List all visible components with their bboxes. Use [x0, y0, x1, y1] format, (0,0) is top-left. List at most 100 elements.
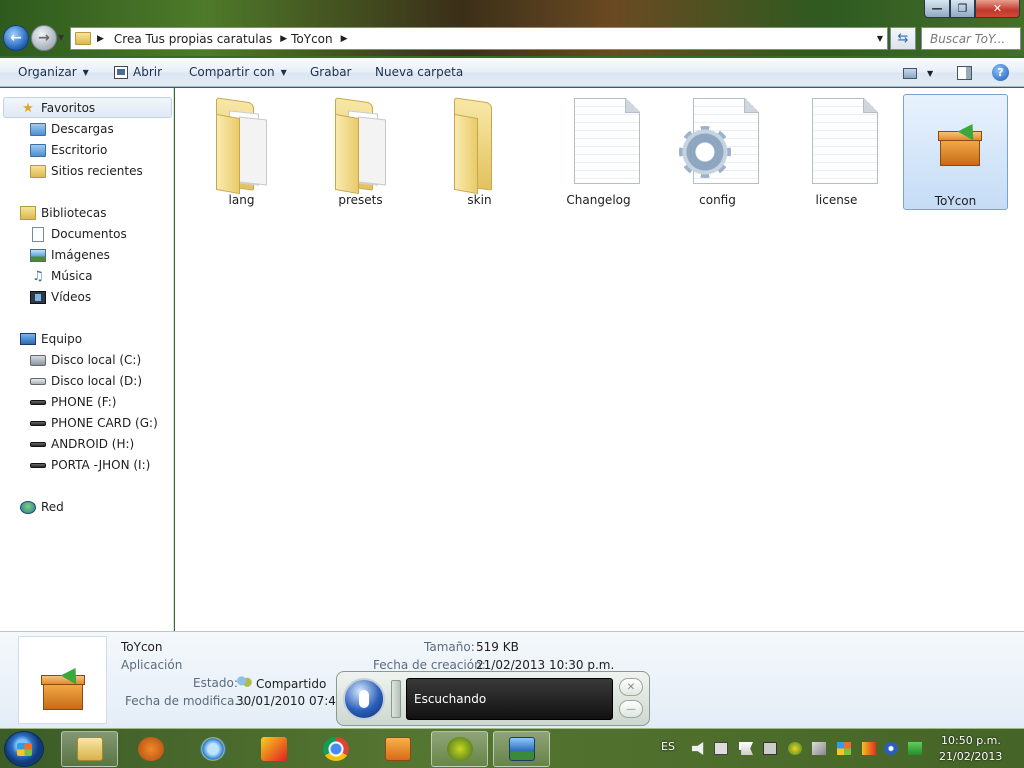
breadcrumb-sep-root[interactable]: ▶	[97, 34, 110, 44]
organize-button[interactable]: Organizar ▼	[18, 65, 89, 79]
address-dropdown-icon[interactable]: ▼	[877, 34, 883, 43]
taskbar-app-2[interactable]	[122, 731, 179, 767]
start-button[interactable]	[4, 731, 44, 767]
chrome-icon	[322, 737, 349, 761]
nav-desktop[interactable]: Escritorio	[30, 140, 107, 160]
removable-drive-icon	[30, 462, 46, 468]
details-state-label: Estado:	[193, 676, 238, 690]
nav-network[interactable]: Red	[20, 497, 64, 517]
file-item-config[interactable]: config	[665, 94, 770, 209]
new-folder-button[interactable]: Nueva carpeta	[375, 65, 463, 79]
taskbar-explorer[interactable]	[61, 731, 118, 767]
network-tray-icon[interactable]	[763, 742, 777, 755]
file-item-text[interactable]: Changelog	[546, 94, 651, 209]
recent-pages-dropdown-icon[interactable]: ▼	[58, 33, 64, 42]
details-file-kind: Aplicación	[121, 658, 183, 672]
nav-drive-h[interactable]: ANDROID (H:)	[30, 434, 134, 454]
speech-minimize-button[interactable]: —	[619, 700, 643, 718]
close-button[interactable]: ✕	[975, 0, 1020, 18]
gear-icon	[678, 126, 731, 178]
chevron-right-icon[interactable]: ▶	[280, 34, 287, 44]
taskbar-media[interactable]	[369, 731, 426, 767]
command-bar: Organizar ▼ Abrir Compartir con ▼ Grabar N…	[0, 58, 1024, 87]
taskbar-ie[interactable]	[184, 731, 241, 767]
taskbar-toycon[interactable]	[431, 731, 488, 767]
usb-device-icon[interactable]	[714, 742, 728, 755]
videos-icon	[30, 290, 46, 304]
clock-time[interactable]: 10:50 p.m.	[941, 734, 1001, 747]
speech-recognition-bar: Escuchando ✕ —	[336, 671, 650, 726]
star-icon: ★	[22, 100, 34, 116]
nav-downloads[interactable]: Descargas	[30, 119, 114, 139]
back-button[interactable]: ←	[3, 25, 29, 51]
minimize-button[interactable]: —	[924, 0, 950, 18]
nav-favorites[interactable]: ★ Favoritos	[20, 98, 95, 118]
breadcrumb-item[interactable]: ToYcon ▶	[291, 32, 347, 46]
windows-update-icon[interactable]	[837, 742, 851, 755]
details-created-value: 21/02/2013 10:30 p.m.	[476, 658, 615, 672]
clock-date[interactable]: 21/02/2013	[939, 750, 1002, 763]
file-item-folder[interactable]: lang	[189, 94, 294, 209]
nav-drive-f[interactable]: PHONE (F:)	[30, 392, 116, 412]
nav-drive-c[interactable]: Disco local (C:)	[30, 350, 141, 370]
speech-close-button[interactable]: ✕	[619, 678, 643, 696]
speech-status-display: Escuchando	[406, 678, 613, 720]
address-bar[interactable]: ▶ Crea Tus propias caratulas ▶ ToYcon ▶ ▼	[70, 27, 888, 50]
removable-drive-icon	[30, 420, 46, 426]
nav-music[interactable]: ♫ Música	[30, 266, 92, 286]
nav-recent-places[interactable]: Sitios recientes	[30, 161, 143, 181]
taskbar-app-4[interactable]	[245, 731, 302, 767]
security-check-icon[interactable]	[908, 742, 922, 755]
music-icon: ♫	[32, 268, 44, 284]
downloads-icon	[30, 122, 46, 136]
maximize-button[interactable]: ❐	[950, 0, 975, 18]
address-row: ← → ▼ ▶ Crea Tus propias caratulas ▶ ToYc…	[0, 22, 1024, 56]
search-input[interactable]: Buscar ToY...	[921, 27, 1021, 50]
navigation-pane: ★ Favoritos Descargas Escritorio Sitios r…	[0, 88, 174, 631]
nav-pictures[interactable]: Imágenes	[30, 245, 110, 265]
chevron-right-icon[interactable]: ▶	[341, 34, 348, 44]
paw-app-icon	[137, 737, 164, 761]
file-item-application[interactable]: ToYcon	[903, 94, 1008, 210]
nav-drive-i[interactable]: PORTA -JHON (I:)	[30, 455, 150, 475]
speech-tray-icon[interactable]	[884, 742, 898, 755]
file-name: ToYcon	[934, 194, 977, 208]
nav-drive-d[interactable]: Disco local (D:)	[30, 371, 142, 391]
taskbar-chrome[interactable]	[307, 731, 364, 767]
refresh-button[interactable]: ⇆	[890, 27, 916, 50]
details-size-value: 519 KB	[476, 640, 519, 654]
microphone-button[interactable]	[343, 678, 385, 720]
removable-drive-icon	[30, 441, 46, 447]
help-icon[interactable]: ?	[992, 64, 1009, 81]
breadcrumb-item[interactable]: Crea Tus propias caratulas ▶	[114, 32, 287, 46]
open-button[interactable]: Abrir	[114, 65, 162, 79]
nav-videos[interactable]: Vídeos	[30, 287, 91, 307]
antivirus-icon[interactable]	[788, 742, 802, 755]
shared-users-icon	[236, 676, 252, 690]
forward-button[interactable]: →	[31, 25, 57, 51]
folder-icon	[75, 32, 91, 45]
network-icon	[20, 500, 36, 514]
taskbar-photo[interactable]	[493, 731, 550, 767]
folder-icon	[316, 96, 406, 195]
file-item-text[interactable]: license	[784, 94, 889, 209]
documents-icon	[32, 226, 44, 242]
language-indicator[interactable]: ES	[661, 740, 675, 753]
file-name: license	[815, 193, 858, 207]
nav-drive-g[interactable]: PHONE CARD (G:)	[30, 413, 158, 433]
share-button[interactable]: Compartir con ▼	[189, 65, 287, 79]
recent-places-icon	[30, 164, 46, 178]
power-icon[interactable]	[812, 742, 826, 755]
nav-computer[interactable]: Equipo	[20, 329, 82, 349]
preview-pane-icon[interactable]	[957, 66, 972, 80]
views-dropdown-icon[interactable]: ▼	[927, 69, 933, 78]
burn-button[interactable]: Grabar	[310, 65, 352, 79]
nav-documents[interactable]: Documentos	[30, 224, 127, 244]
microphone-icon	[359, 690, 369, 708]
file-item-folder[interactable]: presets	[308, 94, 413, 209]
chevron-down-icon: ▼	[280, 67, 287, 77]
nav-libraries[interactable]: Bibliotecas	[20, 203, 106, 223]
views-icon[interactable]	[903, 68, 917, 79]
app-tray-icon[interactable]	[862, 742, 876, 755]
file-item-folder[interactable]: skin	[427, 94, 532, 209]
